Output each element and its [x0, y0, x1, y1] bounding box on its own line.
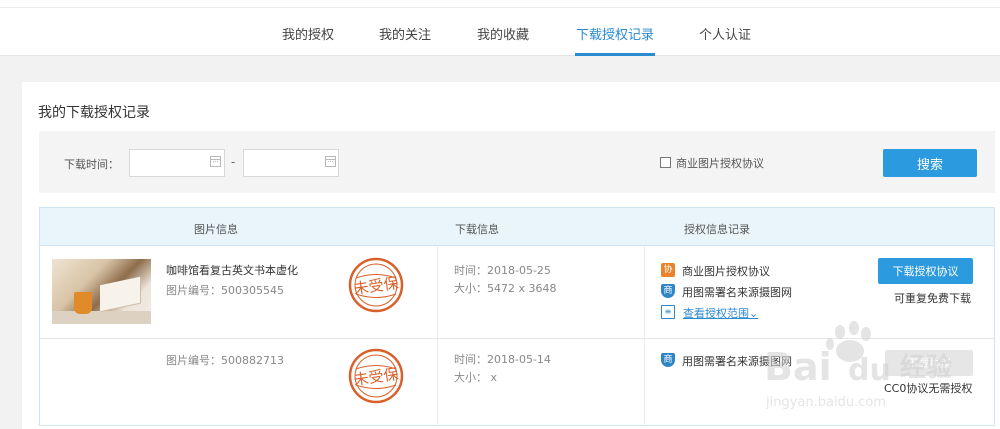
commercial-license-checkbox[interactable]	[660, 157, 671, 168]
license-attribution-text: 用图需署名来源摄图网	[682, 355, 792, 368]
uninsured-stamp-icon: 未受保	[348, 257, 404, 313]
image-size: 大小： x	[454, 371, 498, 384]
cc0-note: CC0协议无需授权	[884, 382, 973, 395]
column-divider	[437, 246, 438, 426]
column-divider	[644, 246, 645, 426]
download-agreement-button[interactable]: 下载授权协议	[878, 258, 973, 284]
chevron-down-icon: ⌄	[749, 307, 759, 320]
search-button[interactable]: 搜索	[883, 149, 977, 177]
active-tab-indicator	[575, 53, 655, 56]
document-icon: ≡	[661, 305, 675, 319]
stamp-text: 未受保	[353, 365, 400, 389]
image-size: 大小：5472 x 3648	[454, 282, 557, 295]
thumbnail-book	[100, 276, 140, 312]
date-separator: -	[231, 155, 236, 169]
top-border-line	[0, 7, 1000, 8]
shield-icon: 商	[661, 284, 675, 298]
calendar-icon[interactable]	[325, 156, 336, 167]
shield-icon: 商	[661, 353, 675, 367]
download-time-label: 下载时间：	[64, 158, 119, 171]
thumbnail-cup	[74, 292, 92, 314]
commercial-license-label[interactable]: 商业图片授权协议	[676, 155, 764, 171]
download-time: 时间：2018-05-14	[454, 353, 551, 366]
tab-my-follows[interactable]: 我的关注	[379, 24, 431, 43]
license-attribution-text: 用图需署名来源摄图网	[682, 286, 792, 299]
uninsured-stamp-icon: 未受保	[348, 348, 404, 404]
repeat-download-note: 可重复免费下载	[894, 292, 971, 305]
agreement-icon: 协	[661, 263, 675, 277]
image-id: 图片编号：500882713	[166, 354, 284, 367]
tab-personal-verification[interactable]: 个人认证	[699, 24, 751, 43]
image-id: 图片编号：500305545	[166, 284, 284, 297]
download-time: 时间：2018-05-25	[454, 264, 551, 277]
header-image-info: 图片信息	[194, 223, 238, 236]
row-divider	[40, 338, 994, 339]
thumbnail-table	[52, 311, 151, 324]
tab-my-authorizations[interactable]: 我的授权	[282, 24, 334, 43]
image-thumbnail[interactable]	[52, 259, 151, 324]
tab-my-favorites[interactable]: 我的收藏	[477, 24, 529, 43]
download-agreement-button-disabled[interactable]: 下载协议	[885, 350, 973, 376]
page-title: 我的下载授权记录	[38, 105, 150, 121]
header-download-info: 下载信息	[455, 223, 499, 236]
license-commercial-text: 商业图片授权协议	[682, 265, 770, 278]
calendar-icon[interactable]	[210, 156, 221, 167]
view-scope-link[interactable]: 查看授权范围⌄	[683, 305, 758, 321]
table-header	[40, 208, 994, 246]
header-license-info: 授权信息记录	[684, 223, 750, 236]
image-title[interactable]: 咖啡馆看复古英文书本虚化	[166, 262, 298, 278]
tab-download-records[interactable]: 下载授权记录	[576, 24, 654, 43]
stamp-text: 未受保	[353, 274, 400, 298]
